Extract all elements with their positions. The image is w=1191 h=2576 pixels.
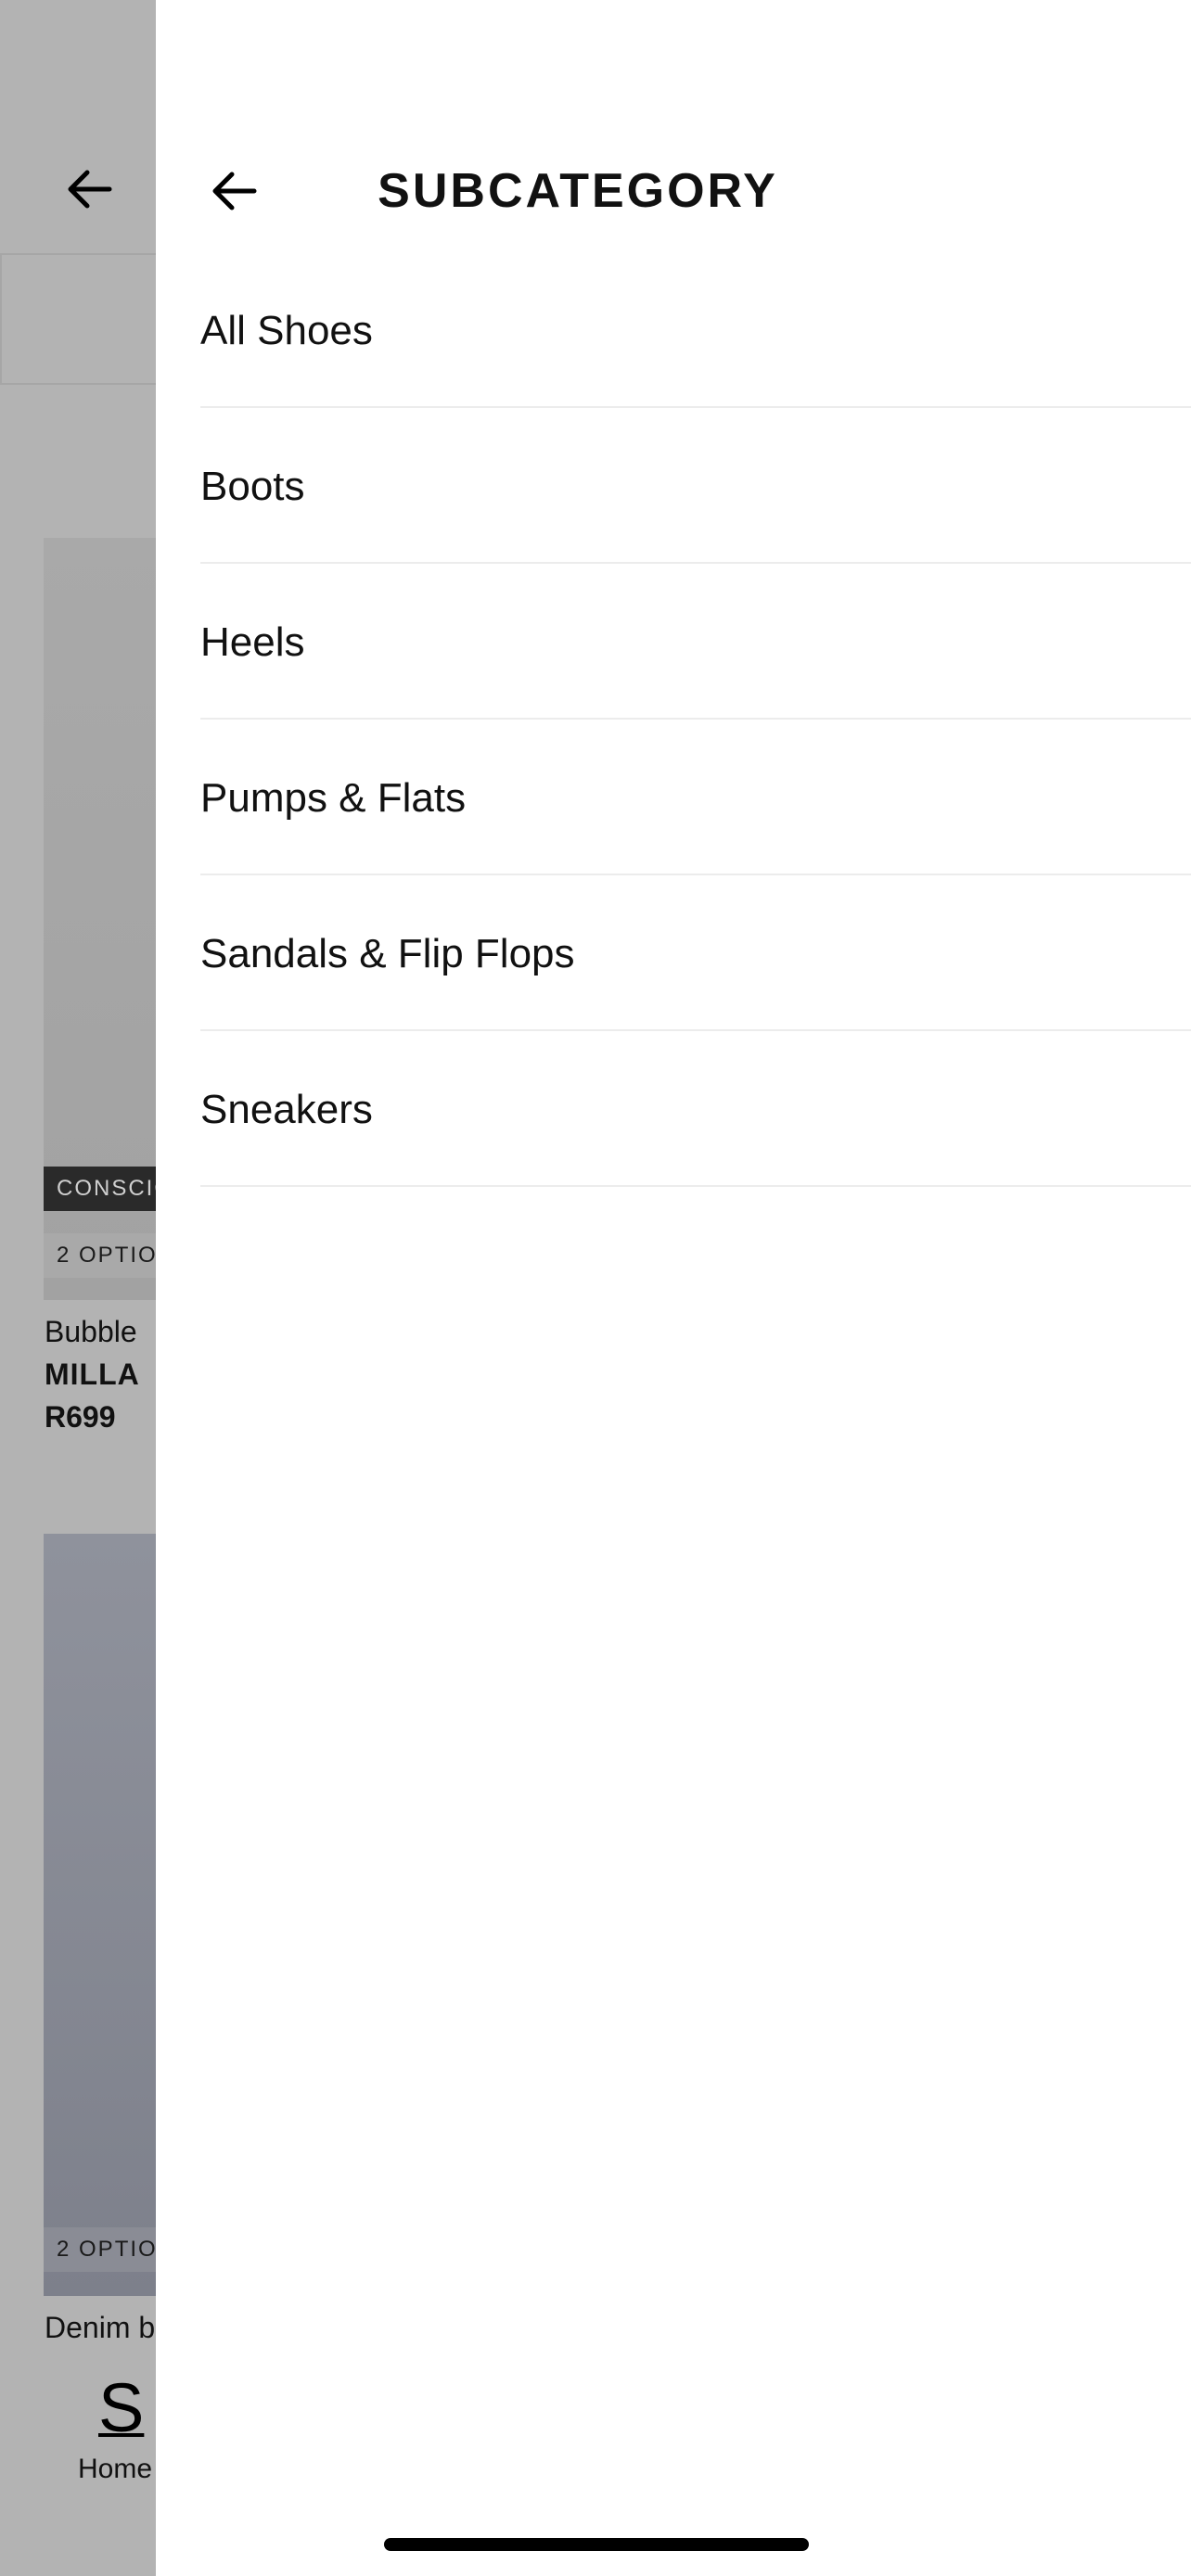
subcategory-drawer: SUBCATEGORY All Shoes Boots Heels Pumps … xyxy=(156,0,1191,2576)
subcategory-item-sandals-flip-flops[interactable]: Sandals & Flip Flops xyxy=(200,875,1191,1031)
home-indicator[interactable] xyxy=(384,2538,809,2551)
background-back-arrow-icon xyxy=(68,170,112,209)
subcategory-item-label: Sneakers xyxy=(200,1087,373,1132)
subcategory-item-all-shoes[interactable]: All Shoes xyxy=(200,252,1191,408)
subcategory-item-label: Heels xyxy=(200,619,305,665)
subcategory-item-pumps-flats[interactable]: Pumps & Flats xyxy=(200,720,1191,875)
nav-home-label: Home xyxy=(78,2454,153,2484)
subcategory-list: All Shoes Boots Heels Pumps & Flats Sand… xyxy=(200,252,1191,1187)
subcategory-item-label: Boots xyxy=(200,464,305,509)
screen: CONSCIO 2 OPTION Bubble MILLA R699 2 OPT… xyxy=(0,0,1191,2576)
background-product-price: R699 xyxy=(45,1400,116,1434)
background-product-name: Bubble xyxy=(45,1315,137,1348)
subcategory-item-boots[interactable]: Boots xyxy=(200,408,1191,564)
subcategory-item-sneakers[interactable]: Sneakers xyxy=(200,1031,1191,1187)
background-product-brand: MILLA xyxy=(45,1358,140,1391)
subcategory-item-label: Pumps & Flats xyxy=(200,775,467,821)
subcategory-item-heels[interactable]: Heels xyxy=(200,564,1191,720)
drawer-title: SUBCATEGORY xyxy=(378,164,778,218)
subcategory-item-label: All Shoes xyxy=(200,308,373,353)
drawer-header: SUBCATEGORY xyxy=(156,139,1191,243)
home-logo-icon: S xyxy=(98,2369,145,2446)
subcategory-item-label: Sandals & Flip Flops xyxy=(200,931,575,976)
background-product-name: Denim b xyxy=(45,2311,156,2344)
